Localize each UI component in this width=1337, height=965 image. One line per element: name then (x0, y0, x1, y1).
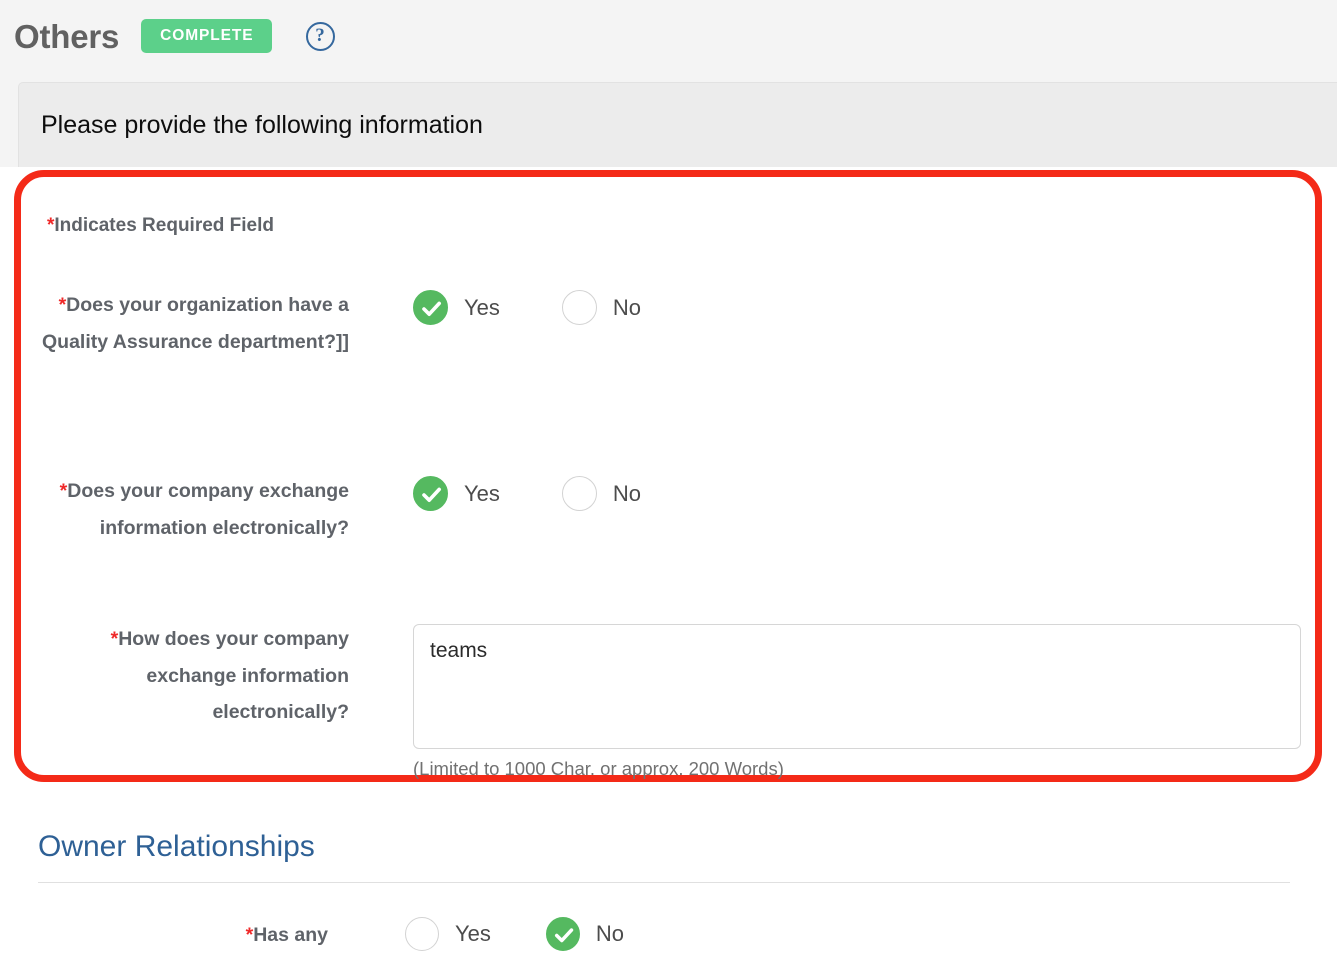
help-icon[interactable]: ? (305, 21, 335, 51)
radio-option-yes[interactable]: Yes (413, 290, 500, 325)
question-label-text: How does your company exchange informati… (118, 628, 349, 723)
owner-relationships-section: Owner Relationships *Has any Yes No (0, 787, 1337, 965)
question-label-text: Has any (253, 924, 328, 946)
question-field-exchange-how: (Limited to 1000 Char. or approx. 200 Wo… (351, 621, 1301, 780)
radio-label-yes: Yes (455, 921, 491, 946)
page-header: Others COMPLETE ? (0, 0, 1337, 72)
question-label-text: Does your company exchange information e… (67, 480, 349, 539)
check-icon (414, 291, 447, 324)
radio-option-no[interactable]: No (561, 290, 642, 325)
highlight-outline: *Indicates Required Field *Does your org… (14, 170, 1322, 782)
radio-circle-yes[interactable] (413, 476, 448, 511)
radio-circle-no[interactable] (561, 476, 597, 511)
status-badge: COMPLETE (141, 19, 272, 53)
radio-label-no: No (595, 921, 625, 946)
question-field-has-any: Yes No (330, 917, 624, 953)
radio-circle-yes[interactable] (413, 290, 448, 325)
check-icon (547, 918, 579, 950)
question-label-text: Does your organization have a Quality As… (41, 294, 349, 353)
question-field-exchange-info: Yes No (351, 473, 641, 546)
form-row-qa-department: *Does your organization have a Quality A… (41, 287, 1311, 360)
character-limit-note: (Limited to 1000 Char. or approx. 200 Wo… (413, 758, 784, 779)
form-row-exchange-info: *Does your company exchange information … (41, 473, 1311, 546)
radio-label-no: No (612, 294, 642, 320)
form-row-has-any: *Has any Yes No (20, 917, 1290, 953)
section-header-bar: Please provide the following information (18, 82, 1337, 167)
radio-option-yes[interactable]: Yes (413, 476, 500, 511)
question-field-qa-department: Yes No (351, 287, 641, 360)
exchange-how-textarea[interactable] (413, 624, 1301, 749)
radio-label-no: No (612, 480, 642, 506)
radio-circle-no[interactable] (561, 290, 597, 325)
section-divider (38, 882, 1290, 883)
required-note-text: Indicates Required Field (54, 215, 275, 236)
owner-relationships-title: Owner Relationships (38, 830, 315, 863)
required-field-note: *Indicates Required Field (47, 215, 274, 237)
radio-circle-no[interactable] (545, 917, 580, 951)
form-row-exchange-how: *How does your company exchange informat… (41, 621, 1311, 780)
check-icon (414, 477, 447, 510)
page-title: Others (14, 17, 120, 55)
radio-label-yes: Yes (464, 294, 500, 320)
radio-label-yes: Yes (464, 480, 500, 506)
radio-group-exchange-info: Yes No (413, 476, 641, 511)
form-panel: *Indicates Required Field *Does your org… (0, 167, 1337, 787)
radio-group-qa-department: Yes No (413, 290, 641, 325)
question-label-has-any: *Has any (20, 917, 330, 953)
radio-option-no[interactable]: No (545, 917, 625, 951)
question-label-qa-department: *Does your organization have a Quality A… (41, 287, 351, 360)
radio-option-yes[interactable]: Yes (405, 917, 491, 951)
question-label-exchange-info: *Does your company exchange information … (41, 473, 351, 546)
radio-circle-yes[interactable] (405, 917, 439, 951)
question-label-exchange-how: *How does your company exchange informat… (41, 621, 351, 780)
section-header-text: Please provide the following information (41, 110, 483, 139)
radio-option-no[interactable]: No (561, 476, 642, 511)
radio-group-has-any: Yes No (405, 917, 624, 951)
